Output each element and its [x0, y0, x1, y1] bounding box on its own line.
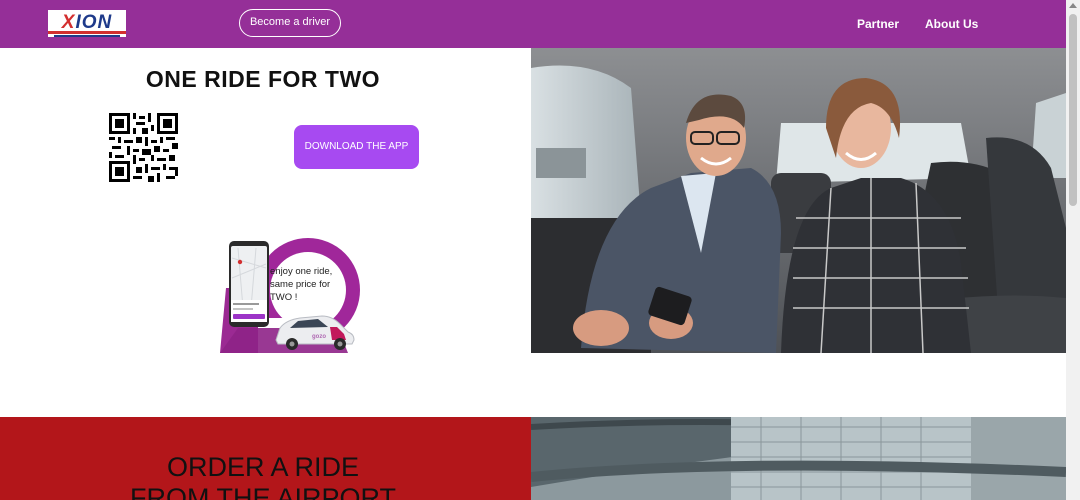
top-navbar: XION Become a driver Partner About Us [0, 0, 1066, 48]
nav-link-partner[interactable]: Partner [857, 17, 899, 31]
scroll-up-arrow-icon[interactable] [1069, 3, 1077, 8]
scrollbar-thumb[interactable] [1069, 14, 1077, 206]
logo-swoosh [48, 31, 126, 34]
airport-photo [531, 417, 1066, 500]
airport-title: ORDER A RIDE FROM THE AIRPORT [0, 452, 526, 500]
airport-promo-panel: ORDER A RIDE FROM THE AIRPORT [0, 417, 531, 500]
brand-logo[interactable]: XION [48, 10, 126, 37]
logo-swoosh-2 [54, 35, 120, 37]
hero-title: ONE RIDE FOR TWO [145, 66, 381, 92]
nav-link-about-us[interactable]: About Us [925, 17, 978, 31]
become-driver-button[interactable]: Become a driver [239, 9, 341, 37]
svg-text:gozo: gozo [312, 334, 326, 340]
hero-photo-couple-in-car [531, 48, 1066, 353]
airport-title-line-1: ORDER A RIDE [166, 452, 360, 482]
airport-title-line-2: FROM THE AIRPORT [129, 483, 397, 500]
download-app-button[interactable]: DOWNLOAD THE APP [294, 125, 419, 169]
page: XION Become a driver Partner About Us ON… [0, 0, 1080, 500]
promo-caption: enjoy one ride, same price for TWO ! [270, 266, 333, 303]
qr-code [109, 113, 178, 182]
scrollbar[interactable] [1066, 0, 1080, 500]
